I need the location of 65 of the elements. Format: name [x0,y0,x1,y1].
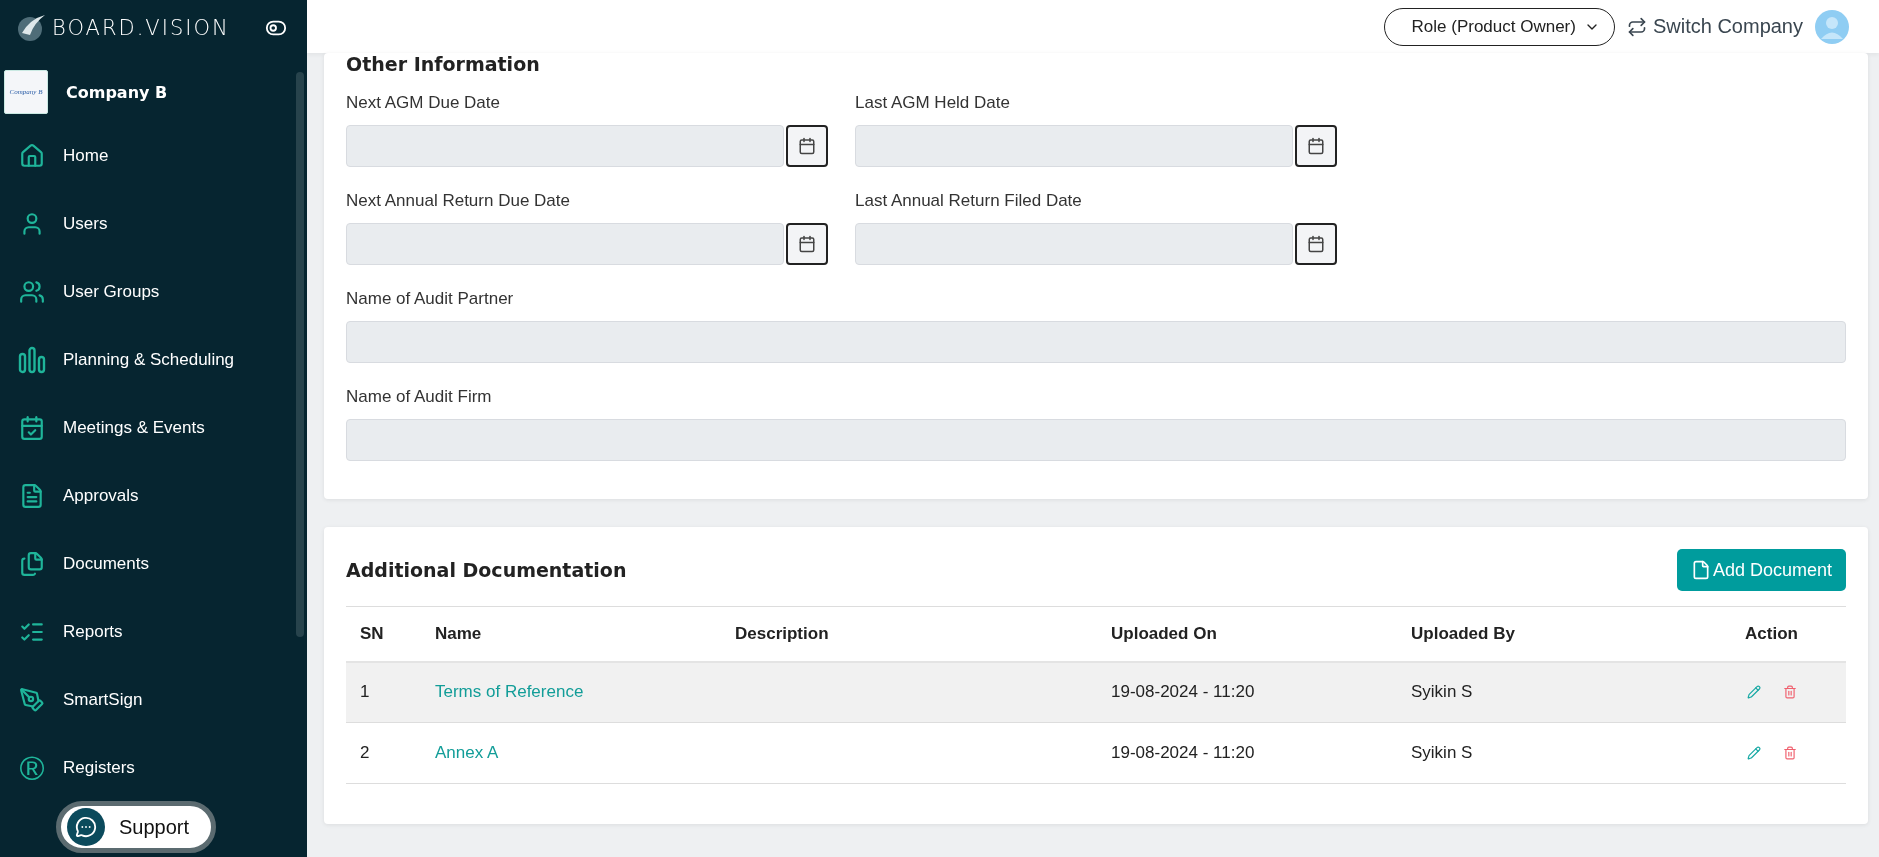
column-header: Description [721,606,1097,662]
table-cell: Syikin S [1397,661,1697,723]
column-header: Uploaded By [1397,606,1697,662]
table-cell: 19-08-2024 - 11:20 [1097,722,1397,784]
input-field[interactable] [346,125,784,167]
field-label: Last AGM Held Date [855,93,1011,113]
home-icon [18,142,46,170]
table-cell: 19-08-2024 - 11:20 [1097,661,1397,723]
calendar-button[interactable] [1295,223,1337,265]
support-button[interactable]: Support [56,801,216,853]
field-label: Next AGM Due Date [346,93,501,113]
edit-icon[interactable] [1746,746,1761,760]
calendar-button[interactable] [786,223,828,265]
delete-icon[interactable] [1782,746,1797,760]
nav-item[interactable]: User Groups [0,258,287,326]
company-name: Company B [66,82,168,102]
input-field[interactable] [855,125,1293,167]
brand-name: BOARD.VISION [52,16,231,40]
nav-item[interactable]: Documents [0,530,287,598]
field-label: Last Annual Return Filed Date [855,191,1083,211]
calendar-icon [1307,235,1325,253]
nav-item[interactable]: SmartSign [0,666,287,734]
input-field[interactable] [346,223,784,265]
table-cell: 1 [346,661,421,723]
edit-icon[interactable] [1746,685,1761,700]
calendar-check-icon [18,414,46,442]
section-title: Additional Documentation [346,559,627,581]
column-header: Name [421,606,721,662]
calendar-icon [1307,137,1325,155]
nav-item[interactable]: ® Registers [0,734,287,802]
users-icon [18,278,46,306]
logo-icon [16,13,46,43]
delete-icon[interactable] [1782,685,1797,700]
input-field[interactable] [855,223,1293,265]
table-cell: Syikin S [1397,722,1697,784]
table-cell: 2 [346,722,421,784]
field-label: Next Annual Return Due Date [346,191,571,211]
swap-arrows-icon [1626,16,1647,37]
column-header: SN [346,606,421,662]
avatar-icon[interactable] [1815,9,1849,44]
calendar-button[interactable] [786,125,828,167]
calendar-icon [798,137,816,155]
scrollbar-thumb[interactable] [296,72,304,637]
documents-icon [18,550,46,578]
registered-icon: ® [18,754,46,782]
pen-icon [18,686,46,714]
chat-icon [67,808,105,846]
nav-item[interactable]: Home [0,122,287,190]
switch-company-link[interactable]: Switch Company [1626,15,1803,38]
nav-item[interactable]: Planning & Scheduling [0,326,287,394]
calendar-button[interactable] [1295,125,1337,167]
nav-item[interactable]: Reports [0,598,287,666]
field-label: Name of Audit Partner [346,289,515,309]
field-label: Name of Audit Firm [346,387,493,407]
bar-chart-icon [18,346,46,374]
column-header: Action [1697,606,1846,662]
nav-item[interactable]: Users [0,190,287,258]
nav-item[interactable]: Approvals [0,462,287,530]
role-dropdown[interactable]: Role (Product Owner) [1383,7,1615,46]
column-header: Uploaded On [1097,606,1397,662]
calendar-icon [798,235,816,253]
nav-item[interactable]: Meetings & Events [0,394,287,462]
input-field[interactable] [346,321,1846,363]
section-title: Other Information [346,53,541,75]
input-field[interactable] [346,419,1846,461]
